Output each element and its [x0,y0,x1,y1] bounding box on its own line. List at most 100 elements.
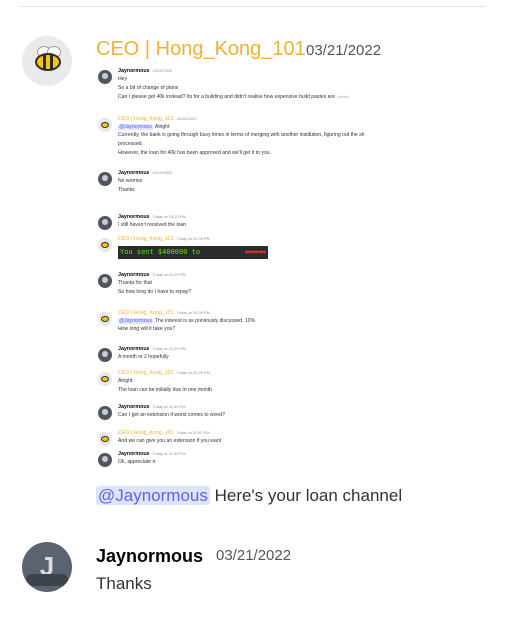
embedded-text: The loan can be initially due in one mon… [118,387,213,393]
embedded-text-line: How long will it take you? [118,326,175,332]
embedded-timestamp: Today at 10:39 PM [176,236,210,241]
embedded-text: Can I please get 40k instead? Its for a … [118,94,336,100]
embedded-author: CEO | Hong_Kong_101 [118,116,174,122]
embedded-message-header: Jaynormous Today at 10:39 PM [118,346,186,352]
embedded-text: Can I get an extension if worst comes to… [118,412,226,418]
jaynormous-mention[interactable]: @Jaynormous [96,486,210,505]
embedded-timestamp: Today at 11:00 PM [152,404,186,409]
embedded-text: And we can give you an extension if you … [118,438,222,444]
embedded-message-header: CEO | Hong_Kong_101 03/16/2022 [118,116,197,122]
embedded-message-header: Jaynormous 03/16/2022 [118,170,173,176]
ceo-message-date: 03/21/2022 [306,42,382,59]
jaynormous-avatar [98,274,112,288]
embedded-message-header: Jaynormous 03/16/2022 [118,68,173,74]
embedded-chat-screenshot: Jaynormous 03/16/2022 Hey So a bit of chang… [96,68,416,468]
embedded-author: CEO | Hong_Kong_101 [118,236,174,242]
ceo-avatar [98,372,112,386]
embedded-author: Jaynormous [118,346,150,352]
embedded-timestamp: Today at 10:29 PM [152,214,186,219]
embedded-text: A month or 2 hopefully [118,354,169,360]
embedded-text-line: So a bit of change of plans [118,85,178,91]
ceo-username[interactable]: CEO | Hong_Kong_101 [96,38,306,61]
ceo-avatar [98,312,112,326]
embedded-author: Jaynormous [118,451,150,457]
message-jaynormous: J Jaynormous 03/21/2022 Thanks [0,520,506,630]
embedded-text: No worries [118,178,143,184]
redacted-recipient: ♥♥♥♥♥♥♥♥ [244,250,266,256]
embedded-mention-text: The interest is as previously discussed,… [154,318,256,324]
jaynormous-avatar[interactable]: J [22,542,72,592]
embedded-text-line: Ok, appreciate it [118,459,155,465]
embedded-text: Ok, appreciate it [118,459,156,465]
embedded-text-line: Thanks for that [118,280,152,286]
embedded-author: Jaynormous [118,272,150,278]
embedded-timestamp: Today at 10:39 PM [176,370,210,375]
embedded-message-header: CEO | Hong_Kong_101 Today at 10:39 PM [118,236,210,242]
jaynormous-username[interactable]: Jaynormous [96,546,203,567]
embedded-text: So a bit of change of plans [118,85,179,91]
embedded-text: Hey [118,76,128,82]
bee-icon [35,53,61,71]
embedded-timestamp: Today at 11:00 PM [152,451,186,456]
embedded-message-header: CEO | Hong_Kong_101 Today at 10:39 PM [118,310,210,316]
ceo-avatar [98,432,112,446]
embedded-text: Thanks for that [118,280,152,286]
embedded-text-line: So how long do I have to repay? [118,289,191,295]
embedded-text-line: However, the loan for 40k has been appro… [118,150,271,156]
embedded-text-line: Can I get an extension if worst comes to… [118,412,225,418]
jaynormous-avatar [98,348,112,362]
embedded-author: Jaynormous [118,404,150,410]
embedded-text-line: And we can give you an extension if you … [118,438,221,444]
embedded-timestamp: Today at 10:39 PM [176,310,210,315]
message-ceo: CEO | Hong_Kong_101 03/21/2022 Jaynormou… [0,0,506,520]
embedded-timestamp: Today at 10:39 PM [152,346,186,351]
embedded-author: Jaynormous [118,214,150,220]
embedded-text-line: The loan can be initially due in one mon… [118,387,212,393]
embedded-message-header: CEO | Hong_Kong_101 Today at 11:00 PM [118,430,210,436]
embedded-text-line: Hey [118,76,127,82]
ceo-avatar [98,118,112,132]
jaynormous-avatar [98,453,112,467]
embedded-text: How long will it take you? [118,326,176,332]
embedded-mention: @Jaynormous [118,318,153,324]
embedded-mention-text: Alright [154,124,170,130]
embedded-text-line: Can I please get 40k instead? Its for a … [118,94,349,100]
embedded-timestamp: 03/16/2022 [152,68,173,73]
embedded-text-line: I still haven't received the loan [118,222,186,228]
embedded-message-header: Jaynormous Today at 10:39 PM [118,272,186,278]
embedded-text: So how long do I have to repay? [118,289,192,295]
jaynormous-avatar [98,216,112,230]
payment-sent-image: You sent $400000 to ♥♥♥♥♥♥♥♥ [118,246,268,259]
embedded-text-line: @Jaynormous Alright [118,124,169,130]
embedded-author: CEO | Hong_Kong_101 [118,310,174,316]
payment-sent-text: You sent $400000 to [120,248,201,256]
embedded-text: I still haven't received the loan [118,222,187,228]
ceo-avatar[interactable] [22,36,72,86]
car-icon [26,574,68,586]
embedded-text: Alright [118,378,133,384]
embedded-mention: @Jaynormous [118,124,153,130]
embedded-text: However, the loan for 40k has been appro… [118,150,272,156]
embedded-text-line: processed. [118,141,143,147]
embedded-message-header: Jaynormous Today at 11:00 PM [118,451,186,457]
embedded-author: CEO | Hong_Kong_101 [118,430,174,436]
embedded-timestamp: Today at 10:39 PM [152,272,186,277]
jaynormous-avatar [98,406,112,420]
embedded-author: Jaynormous [118,68,150,74]
embedded-text-line: A month or 2 hopefully [118,354,169,360]
embedded-text-line: Currently, the bank is going through bus… [118,132,365,138]
embedded-text-line: @Jaynormous The interest is as previously… [118,318,255,324]
embedded-timestamp: Today at 11:00 PM [176,430,210,435]
embedded-text-line: Thanks [118,187,135,193]
edited-label: (edited) [337,95,349,99]
embedded-author: CEO | Hong_Kong_101 [118,370,174,376]
embedded-message-header: Jaynormous Today at 10:29 PM [118,214,186,220]
embedded-text: Currently, the bank is going through bus… [118,132,365,138]
embedded-text-line: Alright [118,378,132,384]
embedded-message-header: Jaynormous Today at 11:00 PM [118,404,186,410]
jaynormous-message-date: 03/21/2022 [216,547,292,564]
ceo-avatar [98,238,112,252]
embedded-timestamp: 03/16/2022 [152,170,173,175]
jaynormous-avatar [98,172,112,186]
loan-channel-text: Here's your loan channel [209,486,403,505]
